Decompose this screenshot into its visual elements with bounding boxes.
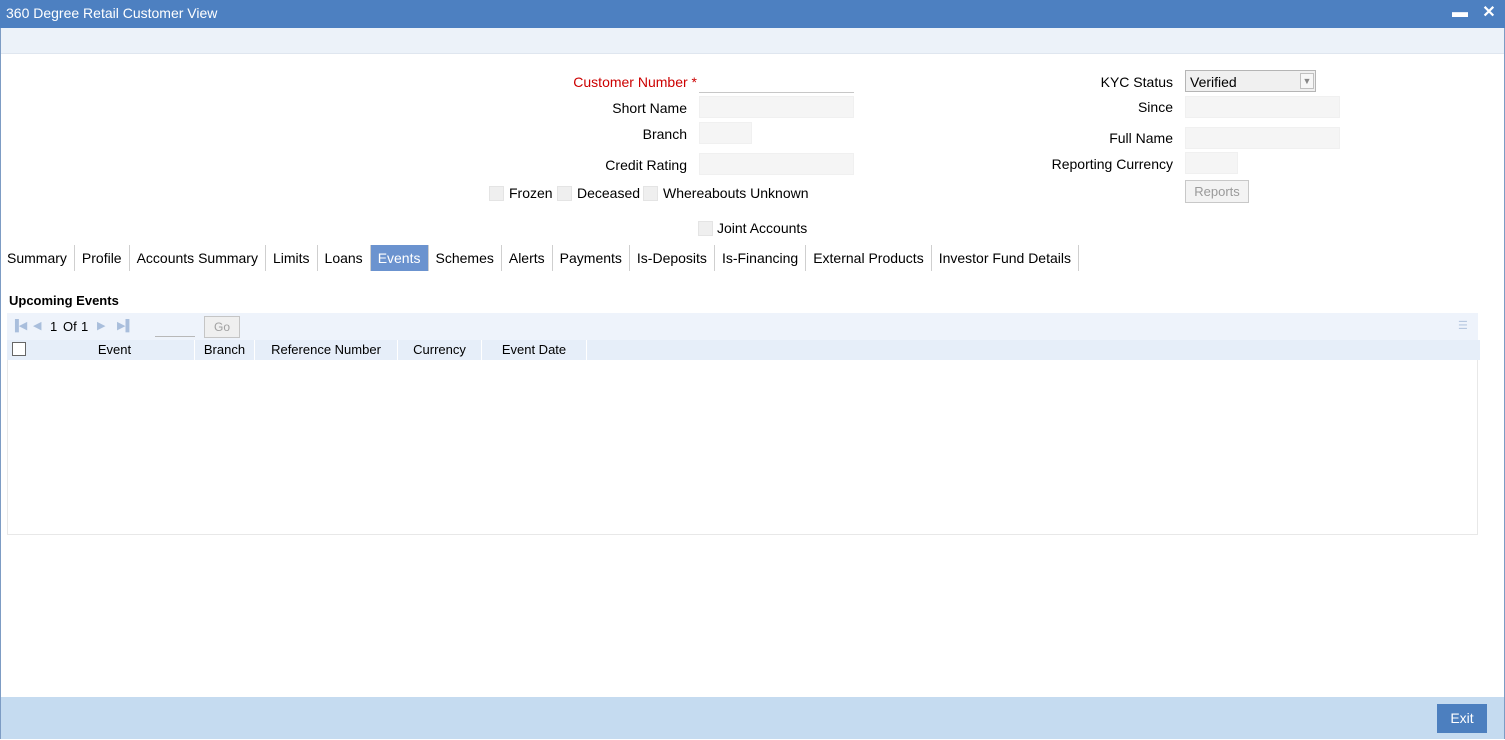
full-name-field xyxy=(1185,127,1340,149)
tab-external-products[interactable]: External Products xyxy=(806,245,932,271)
whereabouts-unknown-checkbox[interactable] xyxy=(643,186,658,201)
column-header-event[interactable]: Event xyxy=(35,340,195,360)
previous-page-icon[interactable]: ◀ xyxy=(33,319,41,332)
tab-summary[interactable]: Summary xyxy=(0,245,75,271)
section-title: Upcoming Events xyxy=(9,293,119,308)
reporting-currency-label: Reporting Currency xyxy=(1051,156,1173,172)
first-page-icon[interactable]: ▐◀ xyxy=(11,319,27,332)
footer-bar xyxy=(1,697,1504,739)
column-header-currency[interactable]: Currency xyxy=(398,340,482,360)
branch-label: Branch xyxy=(642,126,687,142)
credit-rating-field xyxy=(699,153,854,175)
pager: ▐◀ ◀ 1 Of 1 ▶ ▶▌ Go ☰ xyxy=(7,313,1478,340)
short-name-field xyxy=(699,96,854,118)
deceased-checkbox[interactable] xyxy=(557,186,572,201)
kyc-status-value: Verified xyxy=(1190,74,1237,90)
short-name-label: Short Name xyxy=(612,100,687,116)
tab-accounts-summary[interactable]: Accounts Summary xyxy=(130,245,266,271)
pager-of-label: Of xyxy=(63,319,77,334)
deceased-label: Deceased xyxy=(577,185,641,201)
minimize-icon[interactable]: ▬ xyxy=(1451,4,1469,22)
exit-button[interactable]: Exit xyxy=(1437,704,1487,733)
reports-button[interactable]: Reports xyxy=(1185,180,1249,203)
joint-accounts-checkbox[interactable] xyxy=(698,221,713,236)
table-body xyxy=(7,360,1478,535)
frozen-checkbox[interactable] xyxy=(489,186,504,201)
next-page-icon[interactable]: ▶ xyxy=(97,319,105,332)
tab-profile[interactable]: Profile xyxy=(75,245,130,271)
chevron-down-icon[interactable]: ▼ xyxy=(1300,73,1314,89)
tab-bar: Summary Profile Accounts Summary Limits … xyxy=(0,245,1079,271)
tab-investor-fund-details[interactable]: Investor Fund Details xyxy=(932,245,1079,271)
window-title: 360 Degree Retail Customer View xyxy=(6,5,218,21)
customer-number-label: Customer Number * xyxy=(573,74,697,90)
tab-payments[interactable]: Payments xyxy=(553,245,630,271)
page-number-input[interactable] xyxy=(155,317,195,337)
full-name-label: Full Name xyxy=(1109,130,1173,146)
tab-limits[interactable]: Limits xyxy=(266,245,318,271)
window-titlebar: 360 Degree Retail Customer View ▬ ✕ xyxy=(0,0,1505,28)
column-header-reference-number[interactable]: Reference Number xyxy=(255,340,398,360)
last-page-icon[interactable]: ▶▌ xyxy=(117,319,133,332)
kyc-status-select[interactable]: Verified ▼ xyxy=(1185,70,1316,92)
column-header-branch[interactable]: Branch xyxy=(195,340,255,360)
tab-loans[interactable]: Loans xyxy=(318,245,371,271)
reporting-currency-field xyxy=(1185,152,1238,174)
tab-is-financing[interactable]: Is-Financing xyxy=(715,245,807,271)
required-marker: * xyxy=(691,74,697,90)
tab-is-deposits[interactable]: Is-Deposits xyxy=(630,245,715,271)
credit-rating-label: Credit Rating xyxy=(605,157,687,173)
grid-options-icon[interactable]: ☰ xyxy=(1458,320,1470,332)
pager-total: 1 xyxy=(81,319,89,334)
pager-current: 1 xyxy=(50,319,58,334)
select-all-checkbox[interactable] xyxy=(12,342,26,356)
close-icon[interactable]: ✕ xyxy=(1480,4,1498,22)
since-label: Since xyxy=(1137,99,1173,115)
joint-accounts-label: Joint Accounts xyxy=(717,220,808,236)
frozen-label: Frozen xyxy=(509,185,553,201)
tab-schemes[interactable]: Schemes xyxy=(429,245,502,271)
whereabouts-unknown-label: Whereabouts Unknown xyxy=(663,185,809,201)
column-header-event-date[interactable]: Event Date xyxy=(482,340,587,360)
tab-alerts[interactable]: Alerts xyxy=(502,245,553,271)
customer-number-input[interactable] xyxy=(699,71,854,93)
toolbar-strip xyxy=(1,28,1504,54)
branch-field xyxy=(699,122,752,144)
go-button[interactable]: Go xyxy=(204,316,240,338)
since-field xyxy=(1185,96,1340,118)
tab-events[interactable]: Events xyxy=(370,245,429,271)
table-header: Event Branch Reference Number Currency E… xyxy=(7,340,1480,360)
kyc-status-label: KYC Status xyxy=(1100,74,1173,90)
